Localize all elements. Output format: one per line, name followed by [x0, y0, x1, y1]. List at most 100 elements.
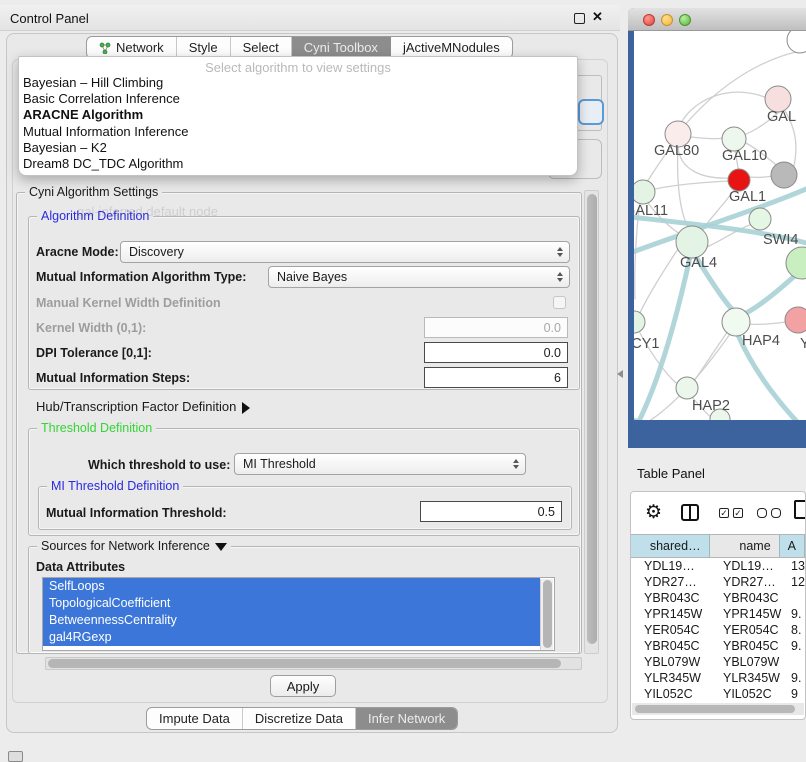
- data-attribute-item[interactable]: SelfLoops: [43, 578, 540, 595]
- network-edge[interactable]: [634, 419, 704, 420]
- close-icon[interactable]: ✕: [592, 9, 603, 25]
- table-row[interactable]: YDL19…YDL19…13: [631, 558, 805, 574]
- table-toolbar: ⚙ ✓ ✓: [631, 492, 805, 534]
- close-traffic-icon[interactable]: [643, 14, 655, 26]
- mi-threshold-field[interactable]: 0.5: [420, 501, 562, 522]
- algorithm-option[interactable]: Dream8 DC_TDC Algorithm: [19, 156, 577, 172]
- list-scrollbar-track[interactable]: [540, 579, 553, 651]
- algorithm-option[interactable]: Mutual Information Inference: [19, 124, 577, 140]
- screen: Control Panel ✕ NetworkStyleSelectCyni T…: [0, 0, 806, 762]
- checked-box-icon[interactable]: ✓: [719, 508, 729, 518]
- tab-impute-data[interactable]: Impute Data: [147, 708, 243, 729]
- table-row[interactable]: YBL079WYBL079W: [631, 654, 805, 670]
- dpi-tolerance-field[interactable]: 0.0: [424, 342, 568, 363]
- minimize-traffic-icon[interactable]: [661, 14, 673, 26]
- network-node-gal4[interactable]: [676, 226, 708, 258]
- table-row[interactable]: YBR045CYBR045C9.: [631, 638, 805, 654]
- table-row[interactable]: YIL052CYIL052C9: [631, 686, 805, 702]
- column-header-a[interactable]: A: [780, 534, 805, 558]
- cyni-algorithm-settings-title: Cyni Algorithm Settings: [25, 185, 162, 199]
- table-cell: YIL052C: [631, 686, 713, 702]
- network-edge[interactable]: [655, 181, 729, 189]
- network-node-gal11[interactable]: [634, 180, 655, 204]
- unchecked-box-icon[interactable]: [757, 508, 767, 518]
- network-node-swi4[interactable]: [749, 208, 771, 230]
- algorithm-option[interactable]: Basic Correlation Inference: [19, 91, 577, 107]
- network-node[interactable]: [787, 31, 806, 53]
- tab-jactivemnodules[interactable]: jActiveMNodules: [391, 37, 512, 58]
- network-window-titlebar[interactable]: [628, 8, 806, 31]
- table-cell: YDL19…: [631, 558, 713, 574]
- tab-network[interactable]: Network: [87, 37, 177, 58]
- network-edge[interactable]: [691, 137, 723, 139]
- focused-combo-fragment[interactable]: [578, 99, 604, 125]
- list-scrollbar-thumb[interactable]: [543, 580, 552, 648]
- network-node-hap2[interactable]: [676, 377, 698, 399]
- network-edge[interactable]: [749, 322, 786, 324]
- network-edge[interactable]: [637, 249, 678, 319]
- float-panel-icon[interactable]: [574, 13, 585, 24]
- mi-type-select[interactable]: Naive Bayes: [268, 266, 570, 288]
- data-attribute-item[interactable]: BetweennessCentrality: [43, 612, 540, 629]
- ghost-network-label: gal-inferred default node: [77, 204, 218, 219]
- gear-icon[interactable]: ⚙: [645, 501, 662, 524]
- network-node-gal1[interactable]: [728, 169, 750, 191]
- table-hscrollbar-thumb[interactable]: [635, 705, 795, 713]
- sources-title-text: Sources for Network Inference: [41, 539, 210, 553]
- network-node-gcy1[interactable]: [634, 311, 645, 333]
- table-row[interactable]: YER054CYER054C8.: [631, 622, 805, 638]
- docked-panel-icon[interactable]: [8, 751, 23, 762]
- chevron-down-icon[interactable]: [215, 543, 227, 551]
- tab-infer-network[interactable]: Infer Network: [356, 708, 457, 729]
- algorithm-option[interactable]: Bayesian – Hill Climbing: [19, 75, 577, 91]
- checked-box-icon[interactable]: ✓: [733, 508, 743, 518]
- table-hscrollbar-track[interactable]: [632, 703, 804, 715]
- kernel-width-field[interactable]: 0.0: [424, 317, 568, 338]
- data-attributes-list[interactable]: SelfLoopsTopologicalCoefficientBetweenne…: [42, 577, 555, 651]
- manual-kernel-checkbox[interactable]: [553, 296, 566, 309]
- tab-style[interactable]: Style: [177, 37, 231, 58]
- column-header-name[interactable]: name: [710, 534, 780, 558]
- which-threshold-select[interactable]: MI Threshold: [234, 453, 526, 475]
- network-edge[interactable]: [750, 176, 773, 177]
- zoom-traffic-icon[interactable]: [679, 14, 691, 26]
- algorithm-dropdown-popup: Select algorithm to view settings Bayesi…: [18, 56, 578, 176]
- network-node-hap4[interactable]: [722, 308, 750, 336]
- network-node-y[interactable]: [785, 307, 806, 333]
- network-view-canvas[interactable]: GALGAL80GAL10GAL1GAL11SWI4GAL4GCY1HAP4YH…: [634, 31, 806, 420]
- document-icon[interactable]: [794, 500, 806, 519]
- hub-factor-expander[interactable]: Hub/Transcription Factor Definition: [36, 399, 250, 414]
- network-edge[interactable]: [678, 147, 688, 227]
- table-row[interactable]: YLR345WYLR345W9.: [631, 670, 805, 686]
- tab-select[interactable]: Select: [231, 37, 292, 58]
- settings-hscrollbar-thumb[interactable]: [48, 659, 561, 668]
- algorithm-option[interactable]: ARACNE Algorithm: [19, 107, 577, 123]
- network-node[interactable]: [786, 247, 806, 279]
- aracne-mode-value: Discovery: [129, 245, 184, 259]
- apply-button[interactable]: Apply: [270, 675, 336, 697]
- which-threshold-label: Which threshold to use:: [88, 458, 230, 472]
- aracne-mode-select[interactable]: Discovery: [120, 241, 570, 263]
- node-label-gal4: GAL4: [680, 255, 717, 271]
- unchecked-box-icon[interactable]: [771, 508, 781, 518]
- table-row[interactable]: YBR043CYBR043C: [631, 590, 805, 606]
- table-cell: YBL079W: [713, 654, 786, 670]
- column-header-shared[interactable]: shared…: [631, 534, 710, 558]
- split-columns-icon[interactable]: [681, 504, 699, 521]
- tab-cyni-toolbox[interactable]: Cyni Toolbox: [292, 37, 391, 58]
- data-attribute-item[interactable]: gal4RGexp: [43, 629, 540, 646]
- settings-scrollbar-thumb[interactable]: [587, 194, 597, 644]
- table-row[interactable]: YPR145WYPR145W9.: [631, 606, 805, 622]
- mi-steps-field[interactable]: 6: [424, 367, 568, 388]
- split-collapse-icon[interactable]: [617, 370, 623, 378]
- mi-threshold-group-title: MI Threshold Definition: [47, 479, 183, 493]
- algorithm-option[interactable]: Bayesian – K2: [19, 140, 577, 156]
- tab-discretize-data[interactable]: Discretize Data: [243, 708, 356, 729]
- node-label-gal1: GAL1: [729, 189, 766, 205]
- aracne-mode-label: Aracne Mode:: [36, 245, 119, 259]
- table-panel-card: ⚙ ✓ ✓ shared…nameA YDL19…YDL19…13YDR27…Y…: [630, 491, 806, 720]
- network-node[interactable]: [771, 162, 797, 188]
- data-attribute-item[interactable]: TopologicalCoefficient: [43, 595, 540, 612]
- network-edge[interactable]: [681, 92, 778, 123]
- table-row[interactable]: YDR27…YDR27…12: [631, 574, 805, 590]
